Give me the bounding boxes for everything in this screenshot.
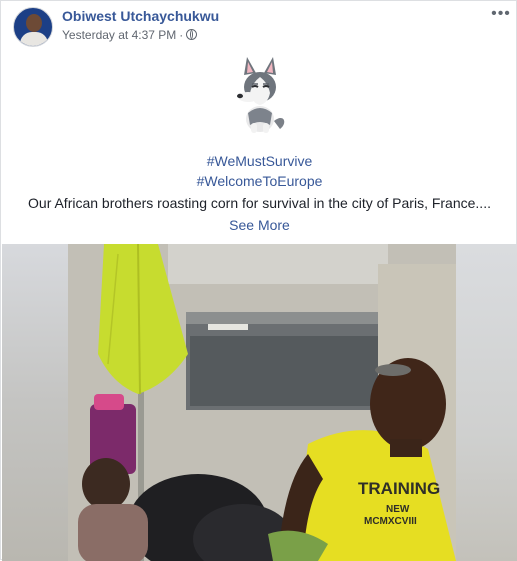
video-frame[interactable]: TRAINING NEW MCMXCVIII [68,244,456,561]
feed-post: Obiwest Utchaychukwu Yesterday at 4:37 P… [0,0,517,561]
video-shirt-text: MCMXCVIII [364,516,417,527]
video-blur-right [455,244,517,561]
video-shirt-text: TRAINING [358,479,440,498]
timestamp[interactable]: Yesterday at 4:37 PM [62,28,176,42]
meta-separator: · [179,28,184,42]
husky-dog-sticker [230,53,290,139]
post-caption: Our African brothers roasting corn for s… [28,195,491,211]
post-meta: Yesterday at 4:37 PM · [62,28,198,42]
more-options-button[interactable]: ••• [489,6,513,23]
post-header: Obiwest Utchaychukwu Yesterday at 4:37 P… [13,6,513,47]
author-name[interactable]: Obiwest Utchaychukwu [62,8,219,24]
hashtag-link[interactable]: #WelcomeToEurope [1,171,517,191]
post-text: #WeMustSurvive #WelcomeToEurope Our Afri… [1,53,517,235]
see-more-link[interactable]: See More [229,215,290,235]
avatar[interactable] [13,7,53,47]
hashtag-link[interactable]: #WeMustSurvive [1,151,517,171]
video-player[interactable]: TRAINING NEW MCMXCVIII [2,244,517,561]
video-blur-left [2,244,68,561]
video-shirt-text: NEW [386,504,410,515]
globe-icon [186,29,198,40]
